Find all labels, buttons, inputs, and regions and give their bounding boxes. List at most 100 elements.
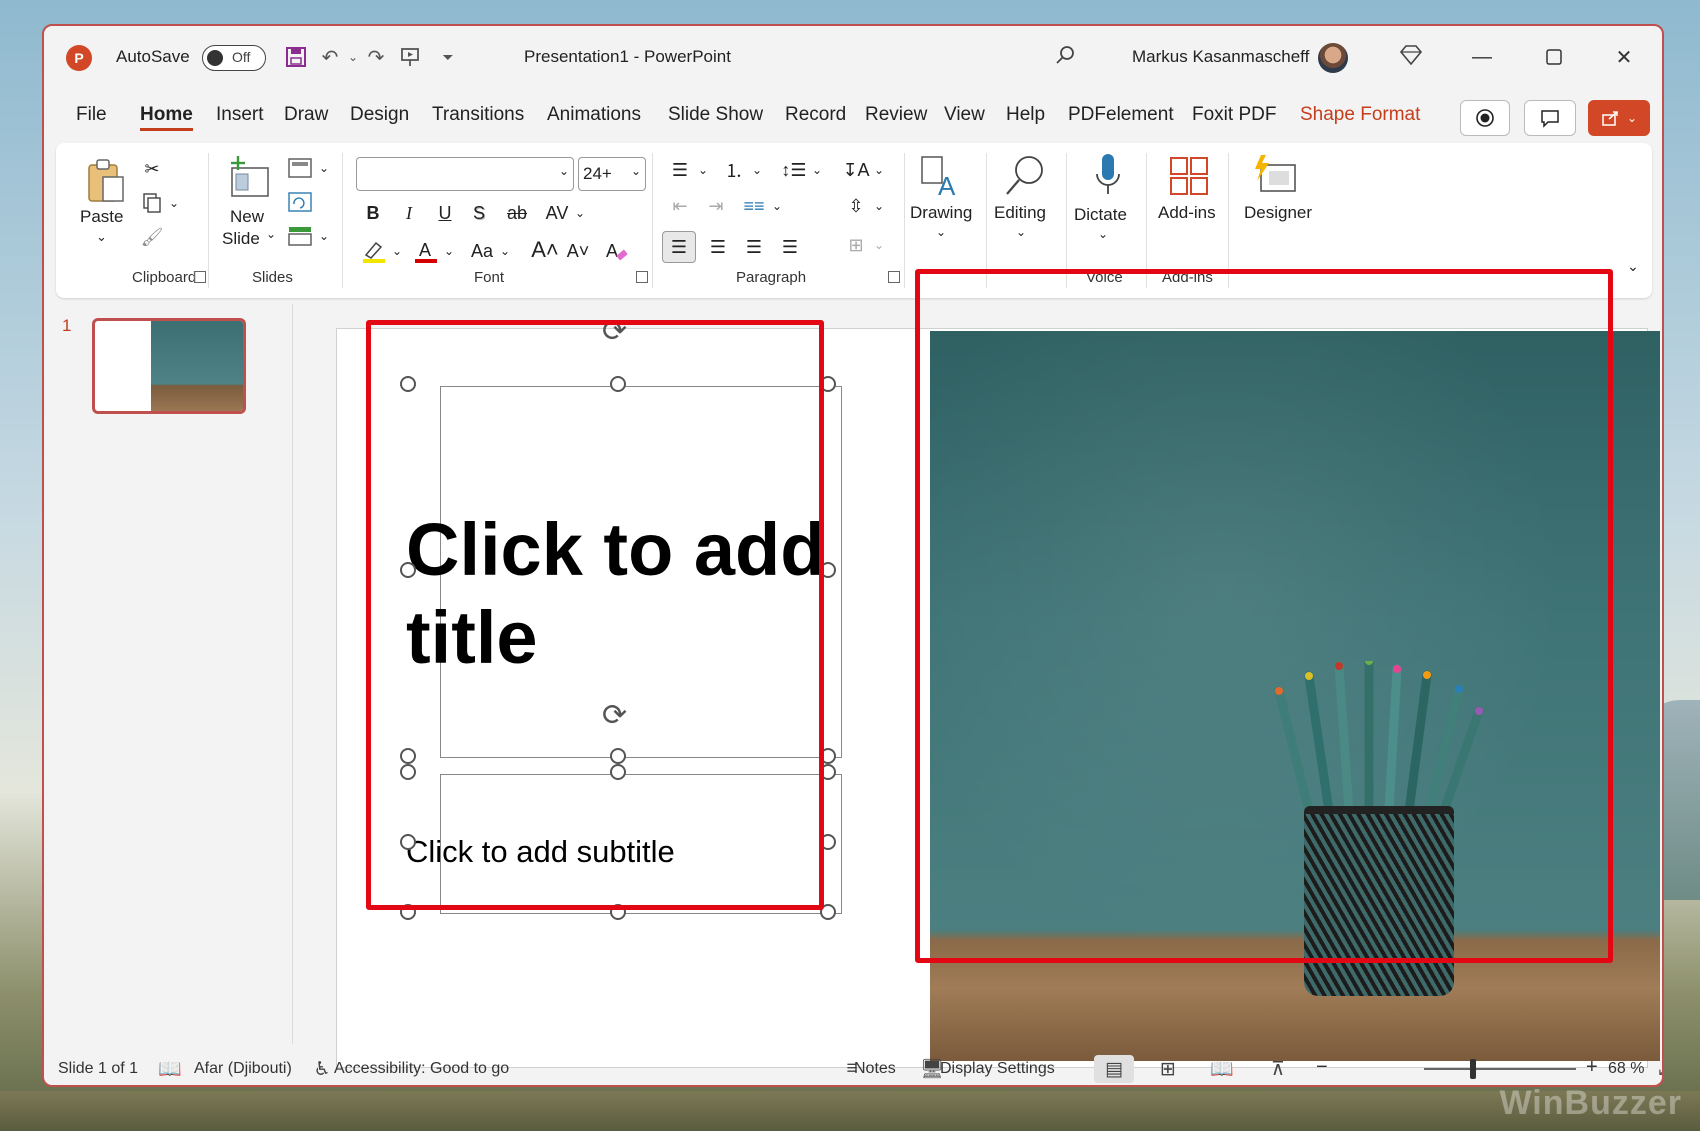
decrease-font-size-icon[interactable]: A˅ xyxy=(564,237,592,265)
present-icon[interactable] xyxy=(396,43,424,71)
search-icon[interactable] xyxy=(1054,44,1076,72)
slide-show-icon[interactable]: ⊼ xyxy=(1258,1055,1298,1083)
maximize-icon[interactable] xyxy=(1534,40,1574,74)
paste-icon[interactable] xyxy=(82,155,130,207)
font-name-box[interactable]: ⌄ xyxy=(356,157,574,191)
align-left-icon[interactable]: ☰ xyxy=(662,231,696,263)
align-text-icon[interactable]: ⇳ xyxy=(842,193,870,219)
clear-formatting-icon[interactable]: A xyxy=(602,237,630,265)
justify-icon[interactable]: ☰ xyxy=(774,231,806,263)
increase-indent-icon[interactable]: ⇥ xyxy=(702,193,730,219)
underline-button[interactable]: U xyxy=(432,199,458,227)
pane-divider[interactable] xyxy=(292,304,293,1044)
increase-font-size-icon[interactable]: A˄ xyxy=(530,235,560,265)
new-slide-label-line2[interactable]: Slide xyxy=(222,229,260,249)
align-center-icon[interactable]: ☰ xyxy=(702,231,734,263)
line-spacing-dropdown-icon[interactable]: ⌄ xyxy=(810,157,824,183)
menu-foxit-pdf[interactable]: Foxit PDF xyxy=(1192,104,1276,126)
normal-view-icon[interactable]: ▤ xyxy=(1094,1055,1134,1083)
decrease-indent-icon[interactable]: ⇤ xyxy=(666,193,694,219)
drawing-label[interactable]: Drawing xyxy=(910,203,972,223)
bold-button[interactable]: B xyxy=(360,199,386,227)
layout-icon[interactable] xyxy=(286,155,314,181)
zoom-slider[interactable] xyxy=(1424,1068,1576,1070)
ribbon-collapse-chevron-down-icon[interactable]: ⌄ xyxy=(1622,255,1644,277)
save-icon[interactable] xyxy=(282,43,310,71)
menu-view[interactable]: View xyxy=(944,104,985,126)
change-case-button[interactable]: Aa xyxy=(466,237,498,265)
text-direction-dropdown-icon[interactable]: ⌄ xyxy=(872,157,886,183)
microphone-icon[interactable] xyxy=(1086,151,1130,201)
menu-draw[interactable]: Draw xyxy=(284,104,328,126)
share-dropdown-icon[interactable]: ⌄ xyxy=(1627,111,1637,125)
editing-search-icon[interactable] xyxy=(1002,151,1048,199)
columns-icon[interactable]: ≡≡ xyxy=(740,193,768,219)
menu-transitions[interactable]: Transitions xyxy=(432,104,524,126)
share-button[interactable]: ⌄ xyxy=(1588,100,1650,136)
smartart-icon[interactable]: ⊞ xyxy=(842,231,870,259)
slide-sorter-icon[interactable]: ⊞ xyxy=(1148,1055,1188,1083)
bullets-icon[interactable]: ☰ xyxy=(666,157,694,183)
clipboard-dialog-launcher-icon[interactable] xyxy=(194,271,206,283)
zoom-slider-thumb[interactable] xyxy=(1470,1059,1476,1079)
slide-thumbnail[interactable] xyxy=(92,318,246,414)
align-text-dropdown-icon[interactable]: ⌄ xyxy=(872,193,886,219)
menu-animations[interactable]: Animations xyxy=(547,104,641,126)
numbering-dropdown-icon[interactable]: ⌄ xyxy=(750,157,764,183)
editing-dropdown-icon[interactable]: ⌄ xyxy=(1016,225,1026,239)
user-name[interactable]: Markus Kasanmascheff xyxy=(1132,47,1309,67)
line-spacing-icon[interactable]: ↕☰ xyxy=(780,157,808,183)
menu-shape-format[interactable]: Shape Format xyxy=(1300,104,1420,126)
font-color-icon[interactable]: A xyxy=(412,237,440,265)
designer-icon[interactable] xyxy=(1250,151,1300,199)
font-size-dropdown-icon[interactable]: ⌄ xyxy=(631,164,641,178)
customize-toolbar-icon[interactable]: ⏷ xyxy=(434,43,462,71)
reset-icon[interactable] xyxy=(286,189,314,215)
spelling-book-icon[interactable]: 📖 xyxy=(150,1055,190,1083)
text-direction-icon[interactable]: ↧A xyxy=(842,157,870,183)
menu-review[interactable]: Review xyxy=(865,104,927,126)
drawing-dropdown-icon[interactable]: ⌄ xyxy=(936,225,946,239)
cut-icon[interactable]: ✂ xyxy=(138,155,166,183)
comments-button[interactable] xyxy=(1524,100,1576,136)
menu-pdfelement[interactable]: PDFelement xyxy=(1068,104,1174,126)
display-settings-button[interactable]: Display Settings xyxy=(940,1060,1055,1078)
premium-diamond-icon[interactable] xyxy=(1399,44,1423,72)
font-size-box[interactable]: 24+ ⌄ xyxy=(578,157,646,191)
layout-dropdown-icon[interactable]: ⌄ xyxy=(316,155,332,181)
numbering-icon[interactable]: ⒈ xyxy=(720,157,748,183)
menu-design[interactable]: Design xyxy=(350,104,409,126)
menu-slide-show[interactable]: Slide Show xyxy=(668,104,763,126)
add-ins-button-label[interactable]: Add-ins xyxy=(1158,203,1216,223)
menu-insert[interactable]: Insert xyxy=(216,104,264,126)
columns-dropdown-icon[interactable]: ⌄ xyxy=(770,193,784,219)
zoom-level[interactable]: 68 % xyxy=(1608,1060,1644,1078)
add-ins-icon[interactable] xyxy=(1166,153,1212,199)
editing-label[interactable]: Editing xyxy=(994,203,1046,223)
menu-record[interactable]: Record xyxy=(785,104,846,126)
section-icon[interactable] xyxy=(286,223,314,249)
fit-to-window-icon[interactable]: ⤢ xyxy=(1646,1055,1662,1083)
menu-file[interactable]: File xyxy=(76,104,107,126)
text-shadow-button[interactable]: S xyxy=(466,199,492,227)
new-slide-label-line1[interactable]: New xyxy=(230,207,264,227)
dictate-dropdown-icon[interactable]: ⌄ xyxy=(1098,227,1108,241)
zoom-in-button[interactable]: + xyxy=(1586,1056,1598,1079)
new-slide-icon[interactable] xyxy=(224,153,274,203)
section-dropdown-icon[interactable]: ⌄ xyxy=(316,223,332,249)
change-case-dropdown-icon[interactable]: ⌄ xyxy=(498,237,512,265)
designer-label[interactable]: Designer xyxy=(1244,203,1312,223)
menu-home[interactable]: Home xyxy=(140,104,193,131)
drawing-icon[interactable]: A xyxy=(918,153,964,199)
redo-icon[interactable]: ↷ xyxy=(362,43,390,71)
minimize-icon[interactable]: — xyxy=(1462,40,1502,74)
highlight-icon[interactable] xyxy=(360,237,388,265)
font-name-dropdown-icon[interactable]: ⌄ xyxy=(559,164,569,178)
notes-button[interactable]: Notes xyxy=(854,1060,896,1078)
avatar[interactable] xyxy=(1318,43,1348,73)
italic-button[interactable]: I xyxy=(396,199,422,227)
smartart-dropdown-icon[interactable]: ⌄ xyxy=(872,231,886,259)
align-right-icon[interactable]: ☰ xyxy=(738,231,770,263)
format-painter-icon[interactable]: 🖌 xyxy=(138,223,166,251)
slide-info[interactable]: Slide 1 of 1 xyxy=(58,1060,138,1078)
